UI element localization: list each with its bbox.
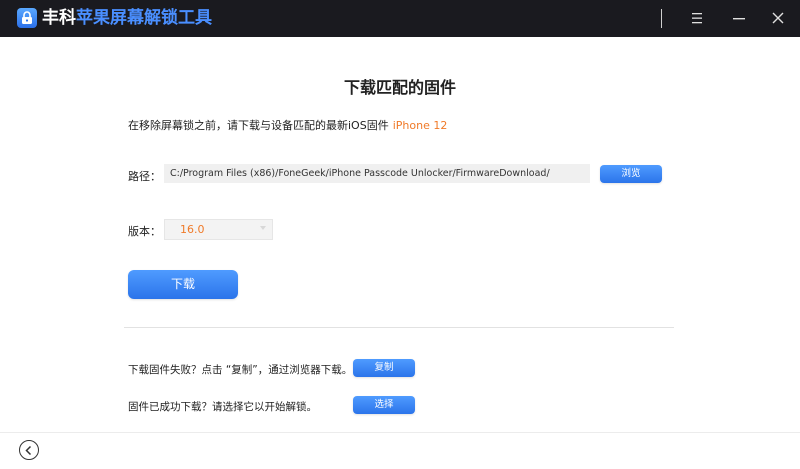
menu-icon [692, 13, 702, 24]
section-divider [124, 327, 674, 328]
instruction-text: 在移除屏幕锁之前，请下载与设备匹配的最新iOS固件 iPhone 12 [128, 117, 447, 133]
menu-button[interactable] [686, 8, 708, 28]
chevron-down-icon [260, 226, 266, 230]
copy-button[interactable]: 复制 [353, 359, 415, 377]
lock-icon [17, 8, 37, 28]
path-input[interactable]: C:/Program Files (x86)/FoneGeek/iPhone P… [164, 164, 590, 183]
version-label: 版本： [128, 225, 161, 238]
minimize-button[interactable] [728, 8, 750, 28]
version-value: 16.0 [180, 223, 205, 236]
download-button[interactable]: 下载 [128, 270, 238, 299]
download-done-text: 固件已成功下载？请选择它以开始解锁。 [128, 401, 317, 413]
version-select[interactable]: 16.0 [164, 219, 273, 240]
app-title-product: 苹果屏幕解锁工具 [76, 8, 212, 28]
page-title: 下载匹配的固件 [343, 78, 456, 97]
chevron-left-icon [25, 445, 32, 455]
titlebar-divider [661, 9, 662, 28]
download-failed-text: 下载固件失败？点击 “复制”，通过浏览器下载。 [128, 364, 353, 376]
instruction-message: 在移除屏幕锁之前，请下载与设备匹配的最新iOS固件 [128, 119, 389, 132]
app-title-brand: 丰科 [42, 8, 76, 28]
minimize-icon [733, 18, 745, 20]
app-title: 丰科苹果屏幕解锁工具 [42, 7, 212, 29]
select-button[interactable]: 选择 [353, 396, 415, 414]
close-button[interactable] [767, 8, 789, 28]
footer-divider [0, 432, 800, 433]
path-label: 路径： [128, 170, 161, 183]
back-button[interactable] [19, 440, 39, 460]
device-model: iPhone 12 [392, 119, 448, 132]
browse-button[interactable]: 浏览 [600, 165, 662, 183]
close-icon [772, 12, 784, 24]
title-bar: 丰科苹果屏幕解锁工具 [0, 0, 800, 37]
